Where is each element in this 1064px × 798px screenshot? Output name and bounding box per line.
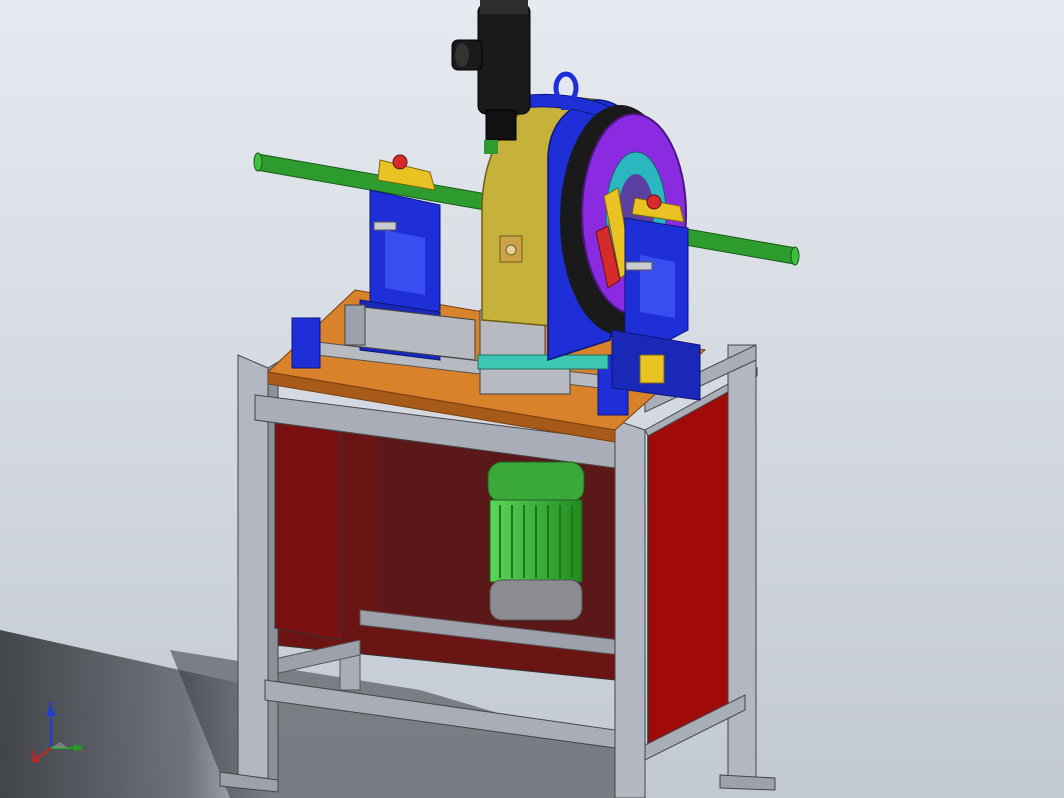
clamp-right-pin [625,261,653,271]
clamp-left-cutout [385,230,425,295]
frame-foot-right [719,774,776,791]
clamp-left-pad [392,154,408,170]
frame-post-front-right [614,419,646,798]
lifting-eye-stem [561,100,571,110]
triad-z-label: Z [47,701,54,712]
housing-base-plate [477,354,609,370]
tube-end-left [253,152,263,172]
cad-viewport[interactable]: Z Y X [0,0,1064,798]
guide-support-left [291,317,321,369]
motor-fan-cover [489,579,583,621]
triad-y-label: Y [77,743,85,754]
gearmotor-port-opening [455,43,469,67]
cad-model-view[interactable]: Z Y X [0,0,1064,798]
tube-end-right [790,246,800,266]
guard-panel-left [274,419,341,641]
housing-fitting-port [505,244,517,256]
clamp-right-pad [646,194,662,210]
gearmotor-gearbox [485,109,517,141]
motor-flange [487,461,585,503]
clamp-right-box [639,354,665,384]
gearmotor-body [477,3,531,115]
drive-motor[interactable] [487,461,585,621]
gearmotor-cap [480,0,528,14]
cylinder-end-cap [344,304,366,346]
gearmotor-coupling-green [484,140,498,154]
triad-x-label: X [30,749,37,760]
clamp-left-pin [373,221,397,231]
